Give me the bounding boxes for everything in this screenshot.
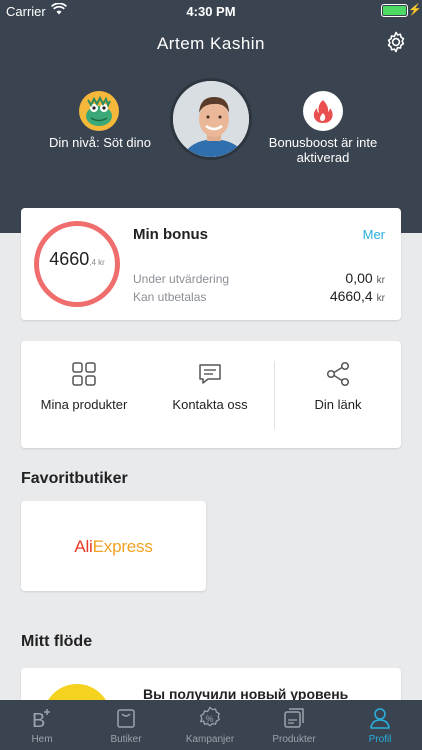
contact-us-label: Kontakta oss bbox=[172, 397, 248, 412]
products-icon bbox=[284, 708, 304, 728]
tab-bar: B Hem Butiker % Kampanjer Produkter Prof… bbox=[0, 700, 422, 750]
aliexpress-logo: AliExpress bbox=[21, 537, 206, 557]
home-b-icon: B bbox=[32, 709, 50, 730]
favorites-title: Favoritbutiker bbox=[21, 470, 128, 487]
profile-header: Carrier 4:30 PM ⚡ Artem Kashin Din nivå:… bbox=[0, 0, 422, 233]
payable-label: Kan utbetalas bbox=[133, 290, 207, 304]
actions-card: Mina produkter Kontakta oss Din länk bbox=[21, 341, 401, 448]
svg-text:%: % bbox=[206, 714, 214, 724]
status-bar: Carrier 4:30 PM ⚡ bbox=[0, 0, 422, 22]
dino-level-icon[interactable] bbox=[79, 91, 119, 131]
my-products-label: Mina produkter bbox=[40, 397, 128, 412]
profile-name: Artem Kashin bbox=[156, 34, 266, 53]
battery-icon bbox=[381, 4, 408, 17]
grid-icon bbox=[72, 362, 96, 386]
tab-home[interactable]: B Hem bbox=[0, 700, 84, 750]
pending-amount: 0,00 bbox=[345, 270, 373, 286]
bonus-total: 4660,4 kr bbox=[34, 249, 120, 270]
my-products-button[interactable]: Mina produkter bbox=[21, 341, 147, 448]
boost-label[interactable]: Bonusboost är inte aktiverad bbox=[263, 135, 383, 165]
contact-us-button[interactable]: Kontakta oss bbox=[147, 341, 273, 448]
your-link-label: Din länk bbox=[314, 397, 362, 412]
level-label[interactable]: Din nivå: Söt dino bbox=[30, 135, 170, 150]
aliexpress-logo-ali: Ali bbox=[74, 537, 93, 556]
bonus-total-fraction: ,4 kr bbox=[89, 258, 105, 267]
bonus-total-main: 4660 bbox=[49, 249, 90, 269]
pending-label: Under utvärdering bbox=[133, 272, 230, 286]
pending-value: 0,00 kr bbox=[345, 270, 385, 286]
charging-icon: ⚡ bbox=[408, 4, 422, 16]
your-link-button[interactable]: Din länk bbox=[275, 341, 401, 448]
payable-value: 4660,4 kr bbox=[330, 288, 385, 304]
tab-stores-label: Butiker bbox=[110, 734, 142, 745]
bonus-more-link[interactable]: Mer bbox=[363, 227, 385, 242]
share-icon bbox=[326, 361, 350, 387]
gear-icon[interactable] bbox=[384, 30, 408, 54]
avatar[interactable] bbox=[170, 78, 252, 160]
tab-stores[interactable]: Butiker bbox=[84, 700, 168, 750]
bonus-boost-icon[interactable] bbox=[303, 91, 343, 131]
percent-badge-icon: % bbox=[199, 706, 220, 727]
tab-profile[interactable]: Profil bbox=[338, 700, 422, 750]
feed-title: Mitt flöde bbox=[21, 633, 93, 650]
clock: 4:30 PM bbox=[186, 4, 236, 19]
bag-icon bbox=[117, 709, 135, 728]
svg-text:B: B bbox=[32, 710, 45, 730]
tab-campaigns[interactable]: % Kampanjer bbox=[168, 700, 252, 750]
payable-unit: kr bbox=[376, 293, 385, 304]
payable-amount: 4660,4 bbox=[329, 288, 373, 304]
person-icon bbox=[370, 708, 390, 729]
tab-profile-label: Profil bbox=[368, 734, 392, 745]
bonus-title: Min bonus bbox=[133, 226, 208, 243]
chat-icon bbox=[199, 364, 221, 384]
pending-unit: kr bbox=[376, 275, 385, 286]
tab-home-label: Hem bbox=[31, 734, 53, 745]
tab-campaigns-label: Kampanjer bbox=[185, 734, 235, 745]
bonus-card[interactable]: 4660,4 kr Min bonus Mer Under utvärderin… bbox=[21, 208, 401, 320]
tab-products[interactable]: Produkter bbox=[252, 700, 336, 750]
favorite-store-aliexpress[interactable]: AliExpress bbox=[21, 501, 206, 591]
tab-products-label: Produkter bbox=[272, 734, 316, 745]
aliexpress-logo-express: Express bbox=[92, 537, 153, 556]
